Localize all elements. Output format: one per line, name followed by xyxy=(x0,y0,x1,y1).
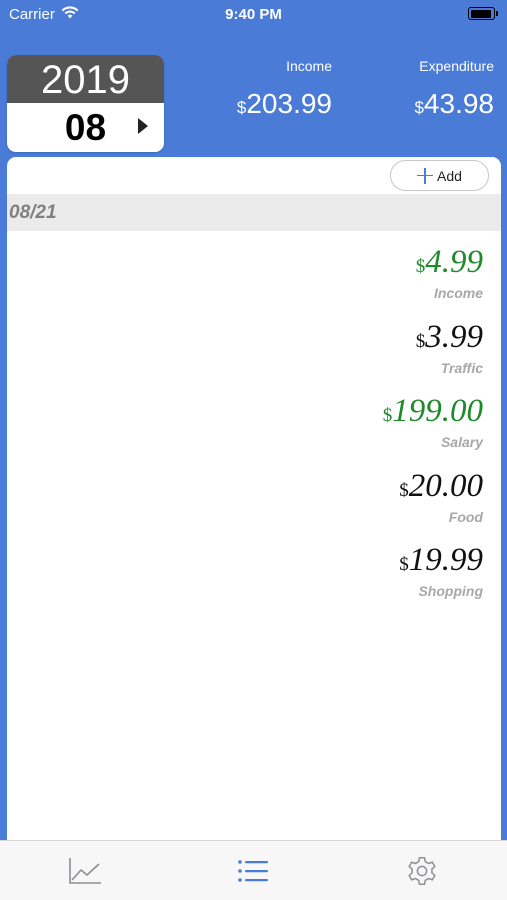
transaction-row[interactable]: $19.99 Shopping xyxy=(7,541,501,616)
income-summary: Income $203.99 xyxy=(237,58,332,124)
transaction-amount: $3.99 xyxy=(7,318,483,361)
amount-value: 3.99 xyxy=(425,318,483,355)
battery-icon xyxy=(468,7,498,20)
expenditure-label: Expenditure xyxy=(419,58,494,74)
add-button-label: Add xyxy=(437,167,462,184)
status-bar: Carrier 9:40 PM xyxy=(0,0,507,30)
amount-value: 4.99 xyxy=(425,244,483,280)
transaction-row[interactable]: $20.00 Food xyxy=(7,467,501,542)
chart-icon xyxy=(65,858,105,893)
transaction-category: Traffic xyxy=(440,359,483,376)
currency-symbol: $ xyxy=(399,479,409,501)
transaction-category: Food xyxy=(448,508,483,525)
income-label: Income xyxy=(286,58,332,74)
expenditure-summary: Expenditure $43.98 xyxy=(414,58,494,124)
year-label: 2019 xyxy=(7,55,164,103)
section-date-header: 08/21 xyxy=(7,194,501,231)
currency-symbol: $ xyxy=(382,405,393,426)
month-row: 08 xyxy=(7,103,164,152)
income-total: $203.99 xyxy=(237,88,332,124)
tab-chart[interactable] xyxy=(65,853,105,889)
tab-list[interactable] xyxy=(234,853,274,889)
income-currency: $ xyxy=(236,98,247,117)
amount-value: 199.00 xyxy=(392,393,483,429)
transaction-amount: $199.00 xyxy=(7,392,483,435)
transaction-category: Income xyxy=(433,285,483,301)
transaction-category: Shopping xyxy=(418,583,483,599)
add-button[interactable]: Add xyxy=(390,160,489,191)
expenditure-total: $43.98 xyxy=(414,88,494,124)
tab-bar xyxy=(0,840,507,900)
transaction-amount: $4.99 xyxy=(7,243,483,286)
tab-settings[interactable] xyxy=(402,853,442,889)
amount-value: 20.00 xyxy=(408,467,483,504)
transaction-row[interactable]: $199.00 Salary xyxy=(7,392,501,467)
transaction-amount: $19.99 xyxy=(7,541,483,584)
currency-symbol: $ xyxy=(415,256,426,277)
transaction-row[interactable]: $3.99 Traffic xyxy=(7,318,501,393)
expenditure-currency: $ xyxy=(414,98,424,117)
transaction-list: $4.99 Income $3.99 Traffic $199.00 Salar… xyxy=(7,243,501,616)
list-icon xyxy=(234,860,274,893)
transactions-panel: Add 08/21 $4.99 Income $3.99 Traffic $19… xyxy=(7,157,501,840)
currency-symbol: $ xyxy=(415,330,426,352)
next-month-icon[interactable] xyxy=(138,118,148,134)
status-time: 9:40 PM xyxy=(225,6,282,23)
amount-value: 19.99 xyxy=(408,542,483,578)
currency-symbol: $ xyxy=(399,554,409,575)
transaction-category: Salary xyxy=(440,434,483,450)
income-value: 203.99 xyxy=(246,88,332,119)
month-picker[interactable]: 2019 08 xyxy=(7,55,164,152)
plus-icon xyxy=(417,167,434,184)
expenditure-value: 43.98 xyxy=(423,88,494,119)
transaction-row[interactable]: $4.99 Income xyxy=(7,243,501,318)
gear-icon xyxy=(402,857,442,893)
transaction-amount: $20.00 xyxy=(7,467,483,510)
